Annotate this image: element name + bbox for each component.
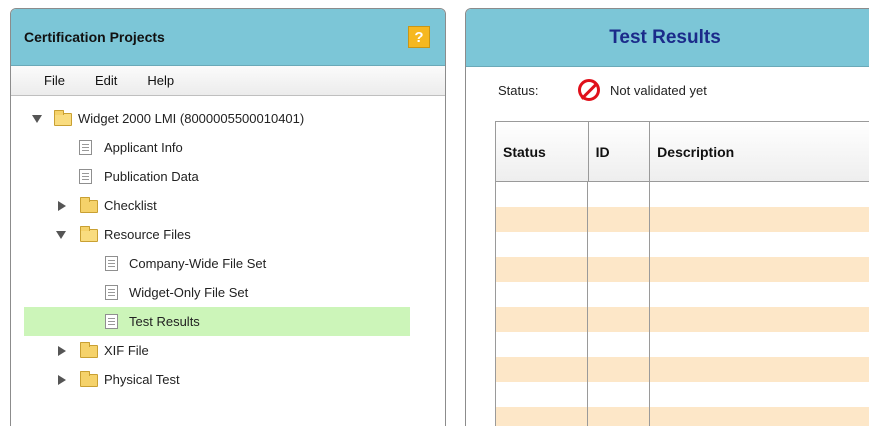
tree-item-label: Checklist [104,198,157,213]
table-row[interactable] [496,382,869,407]
collapse-arrow-icon[interactable] [58,201,66,211]
table-cell [650,282,869,307]
table-row[interactable] [496,207,869,232]
table-cell [496,332,589,357]
table-cell [588,357,650,382]
table-cell [588,307,650,332]
table-cell [496,182,589,207]
table-cell [588,282,650,307]
table-cell [650,182,869,207]
table-cell [588,257,650,282]
document-icon [105,256,118,271]
expand-arrow-icon[interactable] [56,231,66,239]
tree-item-widget-only-file-set[interactable]: Widget-Only File Set [11,278,445,307]
tree-item-label: Test Results [129,314,200,329]
table-cell [496,382,589,407]
collapse-arrow-icon[interactable] [58,346,66,356]
menu-bar: File Edit Help [11,66,445,96]
folder-open-icon [54,110,72,126]
document-icon [105,285,118,300]
left-panel-header: Certification Projects ? [11,9,445,66]
tree-item-checklist[interactable]: Checklist [11,191,445,220]
table-cell [588,332,650,357]
table-row[interactable] [496,182,869,207]
table-row[interactable] [496,307,869,332]
table-cell [496,257,589,282]
project-tree: Widget 2000 LMI (8000005500010401) Appli… [11,96,445,394]
table-cell [588,407,650,426]
table-cell [650,232,869,257]
left-panel-title: Certification Projects [24,29,165,45]
table-cell [650,332,869,357]
tree-item-label: Physical Test [104,372,180,387]
tree-item-test-results[interactable]: Test Results [24,307,410,336]
table-cell [496,232,589,257]
tree-item-widget-2000[interactable]: Widget 2000 LMI (8000005500010401) [11,104,445,133]
table-cell [588,232,650,257]
folder-icon [80,342,98,358]
table-cell [650,382,869,407]
tree-item-company-wide-file-set[interactable]: Company-Wide File Set [11,249,445,278]
table-cell [588,182,650,207]
test-results-panel: Test Results Status: Not validated yet S… [465,8,869,426]
table-cell [650,357,869,382]
no-entry-icon [578,79,600,101]
table-cell [496,207,589,232]
table-cell [496,282,589,307]
table-cell [588,382,650,407]
help-button[interactable]: ? [408,26,430,48]
tree-item-label: Widget-Only File Set [129,285,249,300]
right-panel-header: Test Results [466,9,869,67]
tree-item-label: Applicant Info [104,140,183,155]
certification-projects-panel: Certification Projects ? File Edit Help … [10,8,446,426]
right-panel-title: Test Results [609,26,721,48]
table-cell [650,407,869,426]
table-cell [650,207,869,232]
table-cell [496,357,589,382]
document-icon [79,169,92,184]
tree-item-physical-test[interactable]: Physical Test [11,365,445,394]
column-header-id[interactable]: ID [589,122,651,181]
folder-icon [80,197,98,213]
table-row[interactable] [496,332,869,357]
menu-help[interactable]: Help [147,73,174,88]
document-icon [79,140,92,155]
menu-edit[interactable]: Edit [95,73,117,88]
table-row[interactable] [496,357,869,382]
table-row[interactable] [496,407,869,426]
tree-item-label: XIF File [104,343,149,358]
tree-item-publication-data[interactable]: Publication Data [11,162,445,191]
folder-icon [80,371,98,387]
column-header-description[interactable]: Description [650,122,869,181]
tree-item-label: Widget 2000 LMI (8000005500010401) [78,111,305,126]
table-row[interactable] [496,282,869,307]
expand-arrow-icon[interactable] [32,115,42,123]
table-header: Status ID Description [496,122,869,182]
tree-item-resource-files[interactable]: Resource Files [11,220,445,249]
document-icon [105,314,118,329]
table-row[interactable] [496,257,869,282]
status-value: Not validated yet [610,83,707,98]
status-line: Status: Not validated yet [498,77,707,103]
table-cell [588,207,650,232]
table-row[interactable] [496,232,869,257]
table-cell [650,257,869,282]
menu-file[interactable]: File [44,73,65,88]
table-body [496,182,869,426]
folder-open-icon [80,226,98,242]
table-cell [650,307,869,332]
tree-item-applicant-info[interactable]: Applicant Info [11,133,445,162]
results-table: Status ID Description [495,121,869,426]
tree-item-xif-file[interactable]: XIF File [11,336,445,365]
tree-item-label: Resource Files [104,227,191,242]
status-label: Status: [498,82,539,98]
tree-item-label: Publication Data [104,169,199,184]
collapse-arrow-icon[interactable] [58,375,66,385]
tree-item-label: Company-Wide File Set [129,256,267,271]
table-cell [496,307,589,332]
column-header-status[interactable]: Status [496,122,589,181]
table-cell [496,407,589,426]
